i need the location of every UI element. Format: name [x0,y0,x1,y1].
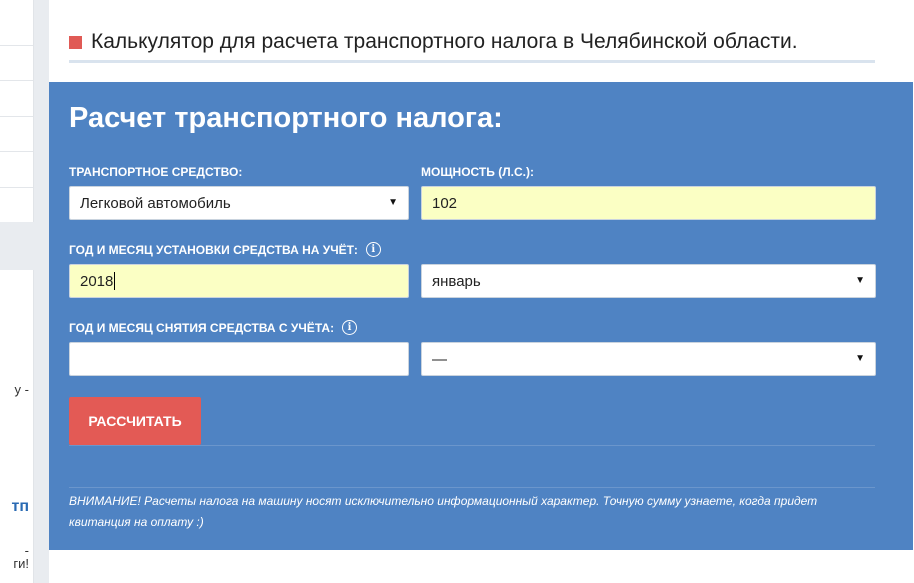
dropdown-arrow-icon: ▼ [855,353,865,364]
sidebar-widget: у - тп - ги! [0,270,34,583]
disclaimer-note: ВНИМАНИЕ! Расчеты налога на машину носят… [69,494,818,529]
info-icon[interactable]: i [365,242,381,257]
sidebar-link-fragment[interactable]: тп [12,498,30,516]
sidebar-menu [0,0,34,222]
tax-calculator: Расчет транспортного налога: ТРАНСПОРТНО… [49,82,913,550]
deregistration-month-value: — [432,350,447,368]
vehicle-select[interactable]: Легковой автомобиль ▼ [69,186,409,220]
registration-label: ГОД И МЕСЯЦ УСТАНОВКИ СРЕДСТВА НА УЧЁТ: … [69,242,381,257]
sidebar-divider [0,45,33,46]
registration-year-value: 2018 [80,272,114,290]
power-label: МОЩНОСТЬ (Л.С.): [421,165,534,179]
sidebar-divider [0,80,33,81]
power-input-value: 102 [432,194,458,212]
main-content: Калькулятор для расчета транспортного на… [49,0,914,583]
info-icon[interactable]: i [342,320,358,335]
registration-month-select[interactable]: январь ▼ [421,264,876,298]
page-title: Калькулятор для расчета транспортного на… [91,30,798,53]
page: у - тп - ги! Калькулятор для расчета тра… [0,0,914,583]
sidebar-text-fragment: у - [14,382,29,397]
sidebar-text-fragment: ги! [13,556,29,571]
heading-marker-icon [69,35,82,49]
dropdown-arrow-icon: ▼ [388,197,398,208]
vehicle-label: ТРАНСПОРТНОЕ СРЕДСТВО: [69,165,242,179]
text-cursor [114,272,116,290]
divider [69,487,875,488]
sidebar-divider [0,116,33,117]
power-input[interactable]: 102 [421,186,876,220]
vehicle-select-value: Легковой автомобиль [80,194,231,212]
vehicle-label-text: ТРАНСПОРТНОЕ СРЕДСТВО: [69,165,243,179]
deregistration-label-text: ГОД И МЕСЯЦ СНЯТИЯ СРЕДСТВА С УЧЁТА: [69,320,335,335]
sidebar-divider [0,187,33,188]
registration-label-text: ГОД И МЕСЯЦ УСТАНОВКИ СРЕДСТВА НА УЧЁТ: [69,242,358,257]
registration-year-input[interactable]: 2018 [69,264,409,298]
sidebar-divider [0,151,33,152]
dropdown-arrow-icon: ▼ [855,275,865,286]
calculate-button[interactable]: РАССЧИТАТЬ [69,397,201,445]
divider [69,445,875,446]
calculator-title: Расчет транспортного налога: [69,102,503,134]
page-heading: Калькулятор для расчета транспортного на… [69,30,875,63]
registration-month-value: январь [432,272,481,290]
deregistration-month-select[interactable]: — ▼ [421,342,876,376]
deregistration-year-input[interactable] [69,342,409,376]
deregistration-label: ГОД И МЕСЯЦ СНЯТИЯ СРЕДСТВА С УЧЁТА: i [69,320,358,335]
power-label-text: МОЩНОСТЬ (Л.С.): [421,165,534,179]
